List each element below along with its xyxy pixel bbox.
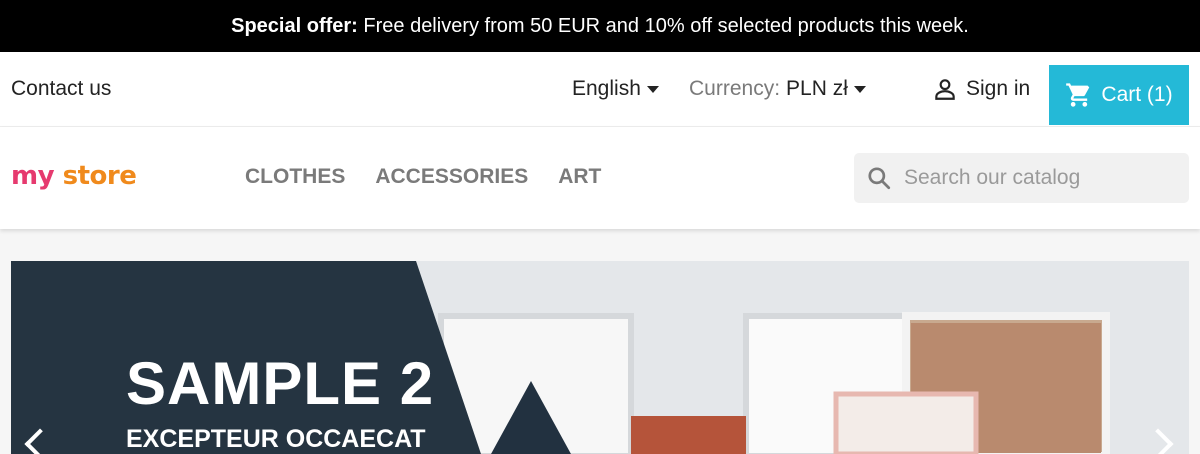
top-navigation: Contact us English Currency: PLN zł Sign… [0, 52, 1200, 127]
category-menu: Clothes Accessories Art [245, 165, 601, 189]
hero-slider: SAMPLE 2 EXCEPTEUR OCCAECAT [11, 261, 1189, 454]
promo-strong: Special offer: [231, 14, 358, 37]
cart-button[interactable]: Cart (1) [1049, 65, 1189, 125]
store-logo[interactable]: my store [11, 161, 137, 191]
contact-link[interactable]: Contact us [11, 77, 111, 101]
menu-item-art[interactable]: Art [558, 165, 601, 189]
menu-item-clothes[interactable]: Clothes [245, 165, 345, 189]
main-navigation: my store Clothes Accessories Art [0, 127, 1200, 229]
search-input[interactable] [904, 166, 1174, 190]
chevron-down-icon [646, 85, 659, 93]
slide-title: SAMPLE 2 [126, 350, 435, 417]
sign-in-link[interactable]: Sign in [932, 76, 1030, 102]
logo-part-store: store [62, 161, 137, 191]
currency-label: Currency: [689, 77, 781, 100]
logo-space [54, 161, 63, 191]
sign-in-label: Sign in [966, 77, 1031, 100]
language-label: English [572, 77, 641, 100]
logo-part-my: my [11, 161, 55, 191]
promo-banner: Special offer: Free delivery from 50 EUR… [0, 0, 1200, 52]
search-icon[interactable] [866, 165, 892, 191]
cart-label: Cart (1) [1101, 83, 1173, 106]
chevron-down-icon [853, 85, 866, 93]
cart-icon [1066, 83, 1090, 107]
currency-value: PLN zł [786, 77, 848, 100]
search-box[interactable] [854, 153, 1189, 203]
language-selector[interactable]: English [572, 77, 659, 101]
slide-subtitle: EXCEPTEUR OCCAECAT [126, 425, 426, 453]
currency-selector[interactable]: Currency: PLN zł [689, 77, 866, 101]
promo-text: Free delivery from 50 EUR and 10% off se… [357, 14, 969, 37]
user-icon [935, 79, 955, 100]
menu-item-accessories[interactable]: Accessories [375, 165, 528, 189]
